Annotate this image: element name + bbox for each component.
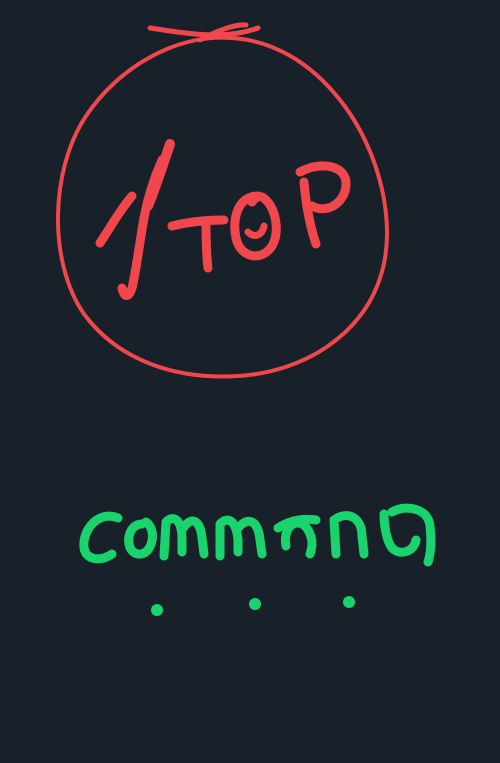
stop-circled-word xyxy=(56,22,389,379)
letter-o xyxy=(230,191,281,261)
dot-1 xyxy=(151,604,163,616)
letter-t-stem xyxy=(201,217,213,273)
letter-s-cap xyxy=(95,191,137,248)
letter-p-stem xyxy=(299,177,321,249)
dot-3 xyxy=(343,596,355,608)
letter-o-inner xyxy=(244,222,268,239)
letter-n xyxy=(329,511,369,559)
letter-c xyxy=(79,511,123,564)
letter-a xyxy=(273,514,321,559)
letter-m-first xyxy=(159,514,209,561)
dot-2 xyxy=(249,598,261,610)
letter-t-bar xyxy=(167,215,229,231)
handwritten-note-canvas: STOP command ... xyxy=(0,0,500,763)
handwritten-drawing xyxy=(56,22,436,616)
ellipsis-dots xyxy=(151,596,355,616)
command-word xyxy=(79,503,436,567)
circle-flourish xyxy=(147,25,261,38)
letter-d xyxy=(379,503,436,567)
letter-o-lower xyxy=(124,517,157,559)
letter-m-second xyxy=(215,515,267,561)
